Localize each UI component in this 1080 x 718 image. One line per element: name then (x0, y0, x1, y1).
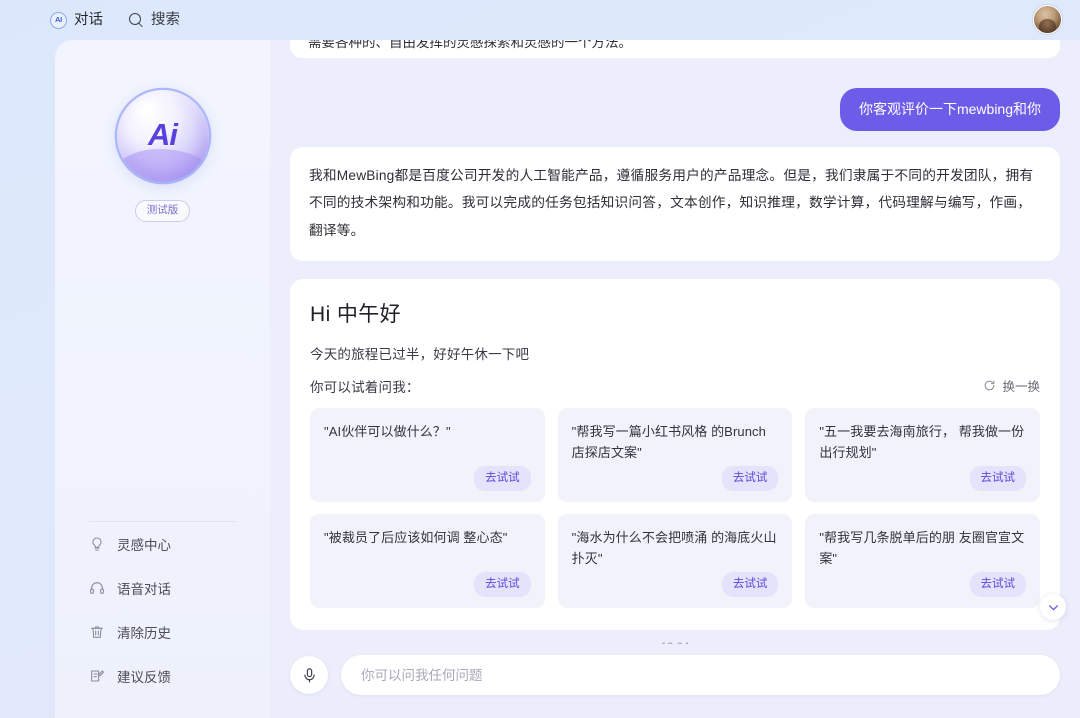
sidebar-item-voice-chat[interactable]: 语音对话 (55, 566, 270, 610)
suggestion-card[interactable]: "帮我写几条脱单后的朋 友圈官宣文案" 去试试 (805, 513, 1040, 608)
message-input-container[interactable] (341, 655, 1060, 695)
greeting-subtitle: 今天的旅程已过半，好好午休一下吧 (310, 346, 530, 362)
chat-main: 需要各种的、自由发挥的灵感探索和灵感的一个方法。 你客观评价一下mewbing和… (270, 40, 1080, 718)
clipped-message-text: 需要各种的、自由发挥的灵感探索和灵感的一个方法。 (290, 40, 1060, 58)
suggestion-card[interactable]: "AI伙伴可以做什么？" 去试试 (310, 407, 545, 502)
microphone-button[interactable] (290, 656, 328, 694)
user-message-row: 你客观评价一下mewbing和你 (290, 88, 1060, 131)
chat-scroll-area[interactable]: 需要各种的、自由发挥的灵感探索和灵感的一个方法。 你客观评价一下mewbing和… (270, 40, 1080, 644)
chevron-down-icon (1047, 601, 1060, 614)
greeting-title: Hi 中午好 (310, 303, 402, 327)
nav-tab-chat-label: 对话 (74, 11, 103, 28)
beta-badge: 测试版 (134, 200, 191, 222)
lightbulb-icon (89, 536, 105, 552)
nav-tab-search-label: 搜索 (151, 11, 180, 28)
logo-text: Ai (148, 116, 178, 152)
suggestion-card[interactable]: "被裁员了后应该如何调 整心态" 去试试 (310, 513, 545, 608)
sidebar: Ai 测试版 灵感中心 语音对话 清除历史 建议反馈 (55, 40, 270, 718)
try-it-button[interactable]: 去试试 (721, 572, 779, 597)
try-it-button[interactable]: 去试试 (474, 466, 531, 491)
refresh-suggestions-button[interactable]: 换一换 (983, 376, 1040, 395)
assistant-message-bubble: 我和MewBing都是百度公司开发的人工智能产品，遵循服务用户的产品理念。但是，… (290, 147, 1060, 262)
suggestion-text: "被裁员了后应该如何调 整心态" (324, 529, 508, 545)
suggestion-card[interactable]: "五一我要去海南旅行， 帮我做一份出行规划" 去试试 (805, 407, 1040, 502)
suggestion-action-wrap: 去试试 (819, 466, 1026, 491)
app-logo: Ai (116, 90, 209, 182)
search-icon (129, 12, 144, 28)
suggestion-text: "帮我写一篇小红书风格 的Brunch店探店文案" (571, 423, 766, 460)
sidebar-item-feedback[interactable]: 建议反馈 (55, 654, 270, 698)
sidebar-item-feedback-label: 建议反馈 (117, 670, 171, 685)
try-it-button[interactable]: 去试试 (969, 572, 1026, 597)
trash-icon (89, 624, 105, 640)
sidebar-item-inspiration-label: 灵感中心 (117, 538, 171, 553)
greeting-panel: Hi 中午好 今天的旅程已过半，好好午休一下吧 你可以试着问我： 换一换 "AI… (290, 279, 1060, 630)
try-it-button[interactable]: 去试试 (721, 466, 779, 491)
refresh-icon (983, 379, 996, 392)
nav-tab-search[interactable]: 搜索 (129, 11, 180, 28)
sidebar-item-inspiration[interactable]: 灵感中心 (55, 522, 270, 566)
suggestion-action-wrap: 去试试 (324, 572, 531, 597)
sidebar-menu: 灵感中心 语音对话 清除历史 建议反馈 (55, 522, 270, 718)
suggestion-card[interactable]: "帮我写一篇小红书风格 的Brunch店探店文案" 去试试 (557, 407, 793, 502)
suggestion-text: "AI伙伴可以做什么？" (324, 423, 451, 439)
user-avatar[interactable] (1033, 5, 1062, 34)
suggestions-header: 你可以试着问我： 换一换 (310, 376, 1040, 396)
suggestions-grid: "AI伙伴可以做什么？" 去试试 "帮我写一篇小红书风格 的Brunch店探店文… (310, 407, 1040, 608)
suggestion-text: "帮我写几条脱单后的朋 友圈官宣文案" (819, 529, 1025, 566)
sidebar-item-clear-history[interactable]: 清除历史 (55, 610, 270, 654)
message-input[interactable] (361, 667, 1040, 683)
user-message-bubble: 你客观评价一下mewbing和你 (839, 88, 1060, 131)
suggestion-text: "海水为什么不会把喷涌 的海底火山扑灭" (571, 529, 777, 566)
try-it-button[interactable]: 去试试 (969, 466, 1026, 491)
top-nav: AI 对话 搜索 (50, 11, 180, 29)
sidebar-item-voice-chat-label: 语音对话 (117, 582, 171, 597)
message-timestamp: 12:04 (290, 630, 1060, 644)
suggestion-card[interactable]: "海水为什么不会把喷涌 的海底火山扑灭" 去试试 (557, 513, 793, 608)
suggestion-action-wrap: 去试试 (572, 466, 779, 491)
ai-badge-icon: AI (50, 11, 67, 29)
try-it-button[interactable]: 去试试 (474, 572, 531, 597)
suggestions-label: 你可以试着问我： (310, 379, 420, 395)
top-bar: AI 对话 搜索 (0, 0, 1080, 40)
feedback-icon (89, 668, 105, 684)
sidebar-item-clear-history-label: 清除历史 (117, 626, 171, 641)
microphone-icon (301, 667, 318, 684)
refresh-suggestions-label: 换一换 (1002, 380, 1040, 395)
suggestion-action-wrap: 去试试 (819, 572, 1026, 597)
suggestion-action-wrap: 去试试 (324, 466, 531, 491)
nav-tab-chat[interactable]: AI 对话 (50, 11, 103, 29)
suggestion-action-wrap: 去试试 (572, 572, 779, 597)
headphones-icon (89, 580, 105, 596)
scroll-to-bottom-button[interactable] (1040, 594, 1066, 620)
clipped-previous-message: 需要各种的、自由发挥的灵感探索和灵感的一个方法。 (290, 40, 1060, 58)
suggestion-text: "五一我要去海南旅行， 帮我做一份出行规划" (819, 423, 1025, 460)
message-composer (270, 644, 1080, 718)
